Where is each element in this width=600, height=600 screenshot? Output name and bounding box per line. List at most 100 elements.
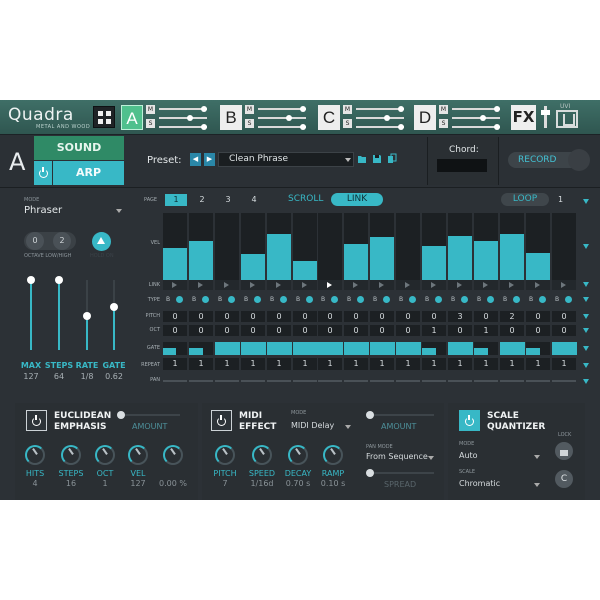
scale-quantizer-power-button[interactable]: [459, 410, 480, 431]
step-gate-bar[interactable]: [293, 342, 318, 355]
scroll-button[interactable]: SCROLL: [288, 194, 323, 204]
step-type-dot[interactable]: [357, 296, 364, 303]
step-pan-cell[interactable]: [215, 380, 239, 382]
hold-button[interactable]: [92, 232, 111, 251]
slot-pan-handle[interactable]: [300, 106, 306, 112]
copy-icon[interactable]: [387, 153, 397, 165]
step-gate-bar[interactable]: [189, 348, 203, 355]
step-pan-cell[interactable]: [552, 380, 576, 382]
step-type-dot[interactable]: [228, 296, 235, 303]
step-velocity-bar[interactable]: [422, 246, 446, 283]
step-type-dot[interactable]: [383, 296, 390, 303]
step-velocity-cell[interactable]: [318, 213, 342, 283]
slot-button[interactable]: A: [121, 105, 143, 130]
slot-send-slider[interactable]: [258, 126, 306, 128]
step-type-dot[interactable]: [435, 296, 442, 303]
preset-next-button[interactable]: ▶: [204, 153, 215, 166]
solo-button[interactable]: S: [439, 119, 448, 128]
row-menu-arrow-icon[interactable]: [583, 346, 589, 351]
row-menu-arrow-icon[interactable]: [583, 282, 589, 287]
slot-button[interactable]: B: [220, 105, 242, 130]
step-pan-cell[interactable]: [344, 380, 368, 382]
link-arrow-icon[interactable]: [250, 282, 255, 288]
step-pan-cell[interactable]: [293, 380, 317, 382]
midi-knob[interactable]: [215, 445, 235, 465]
slot-button[interactable]: D: [414, 105, 436, 130]
step-velocity-bar[interactable]: [163, 248, 187, 283]
arp-power-button[interactable]: [34, 161, 52, 185]
step-pan-cell[interactable]: [189, 380, 213, 382]
link-arrow-icon[interactable]: [561, 282, 566, 288]
mute-button[interactable]: M: [146, 105, 155, 114]
step-velocity-bar[interactable]: [448, 236, 472, 283]
page-button-4[interactable]: 4: [243, 194, 265, 206]
save-icon[interactable]: [372, 153, 382, 165]
step-velocity-cell[interactable]: [552, 213, 576, 283]
link-arrow-icon[interactable]: [198, 282, 203, 288]
slot-pan-handle[interactable]: [398, 106, 404, 112]
slot-send-handle[interactable]: [300, 124, 306, 130]
step-gate-bar[interactable]: [448, 342, 473, 355]
page-button-2[interactable]: 2: [191, 194, 213, 206]
octave-high-button[interactable]: 2: [53, 232, 71, 250]
midi-knob[interactable]: [323, 445, 343, 465]
link-button[interactable]: LINK: [331, 193, 383, 206]
step-type-dot[interactable]: [513, 296, 520, 303]
step-gate-bar[interactable]: [267, 342, 292, 355]
step-type-dot[interactable]: [202, 296, 209, 303]
row-menu-arrow-icon[interactable]: [583, 328, 589, 333]
link-arrow-icon[interactable]: [405, 282, 410, 288]
midi-amount-slider[interactable]: [368, 414, 434, 416]
euclidean-knob[interactable]: [61, 445, 81, 465]
row-menu-arrow-icon[interactable]: [583, 363, 589, 368]
step-velocity-cell[interactable]: [215, 213, 239, 283]
step-gate-bar[interactable]: [526, 348, 540, 355]
slot-volume-handle[interactable]: [286, 115, 292, 121]
spread-slider[interactable]: [368, 472, 434, 474]
step-type-dot[interactable]: [254, 296, 261, 303]
row-menu-arrow-icon[interactable]: [583, 199, 589, 204]
slot-volume-handle[interactable]: [187, 115, 193, 121]
step-pan-cell[interactable]: [267, 380, 291, 382]
step-pan-cell[interactable]: [474, 380, 498, 382]
slot-volume-handle[interactable]: [480, 115, 486, 121]
link-arrow-icon[interactable]: [353, 282, 358, 288]
euclidean-knob[interactable]: [95, 445, 115, 465]
record-button[interactable]: RECORD: [508, 149, 590, 171]
link-arrow-icon[interactable]: [431, 282, 436, 288]
slot-button[interactable]: C: [318, 105, 340, 130]
step-pan-cell[interactable]: [422, 380, 446, 382]
step-gate-bar[interactable]: [500, 342, 525, 355]
step-type-dot[interactable]: [409, 296, 416, 303]
slider-handle[interactable]: [55, 276, 63, 284]
link-arrow-icon[interactable]: [224, 282, 229, 288]
midi-knob[interactable]: [252, 445, 272, 465]
step-gate-bar[interactable]: [241, 342, 266, 355]
slot-volume-slider[interactable]: [258, 117, 306, 119]
slot-pan-slider[interactable]: [356, 108, 404, 110]
mute-button[interactable]: M: [245, 105, 254, 114]
step-type-dot[interactable]: [176, 296, 183, 303]
slot-send-handle[interactable]: [201, 124, 207, 130]
step-pan-cell[interactable]: [500, 380, 524, 382]
midi-amount-handle[interactable]: [366, 411, 374, 419]
link-arrow-icon[interactable]: [302, 282, 307, 288]
slot-send-handle[interactable]: [398, 124, 404, 130]
step-gate-bar[interactable]: [344, 342, 369, 355]
slot-pan-handle[interactable]: [494, 106, 500, 112]
link-arrow-icon[interactable]: [327, 282, 332, 288]
slot-pan-slider[interactable]: [452, 108, 500, 110]
step-gate-bar[interactable]: [422, 348, 436, 355]
slider-handle[interactable]: [27, 276, 35, 284]
step-type-dot[interactable]: [539, 296, 546, 303]
midi-knob[interactable]: [288, 445, 308, 465]
step-pan-cell[interactable]: [448, 380, 472, 382]
row-menu-arrow-icon[interactable]: [583, 244, 589, 249]
slot-pan-handle[interactable]: [201, 106, 207, 112]
step-pan-cell[interactable]: [163, 380, 187, 382]
mode-selector[interactable]: Phraser: [24, 205, 62, 216]
step-pan-cell[interactable]: [318, 380, 342, 382]
pan-mode-selector[interactable]: From Sequence: [366, 452, 428, 461]
step-gate-bar[interactable]: [474, 348, 488, 355]
euclidean-knob[interactable]: [163, 445, 183, 465]
